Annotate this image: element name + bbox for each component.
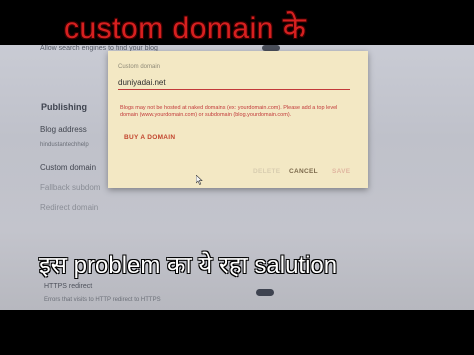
bottom-caption: इस problem का ये रहा salution: [39, 252, 338, 279]
redirect-domain-label: Redirect domain: [40, 203, 99, 212]
https-redirect-label: HTTPS redirect: [44, 283, 93, 290]
mouse-cursor-icon: [196, 175, 203, 185]
blog-address-label[interactable]: Blog address: [40, 125, 87, 134]
https-redirect-toggle[interactable]: [256, 289, 274, 296]
custom-domain-label[interactable]: Custom domain: [40, 163, 96, 172]
fallback-subdomain-label: Fallback subdom: [40, 183, 101, 192]
custom-domain-input[interactable]: [118, 75, 350, 90]
buy-domain-button[interactable]: BUY A DOMAIN: [124, 134, 175, 141]
blog-address-value: hindustantechhelp: [40, 142, 89, 148]
save-button[interactable]: SAVE: [332, 168, 350, 175]
delete-button[interactable]: DELETE: [253, 168, 280, 175]
naked-domain-error: Blogs may not be hosted at naked domains…: [120, 105, 338, 119]
cancel-button[interactable]: CANCEL: [289, 168, 318, 175]
top-caption: custom domain के: [64, 12, 307, 45]
custom-domain-dialog: Custom domain Blogs may not be hosted at…: [108, 51, 368, 188]
custom-domain-field-label: Custom domain: [118, 64, 161, 70]
publishing-heading: Publishing: [41, 102, 87, 112]
https-redirect-description: Errors that visits to HTTP redirect to H…: [44, 297, 161, 303]
